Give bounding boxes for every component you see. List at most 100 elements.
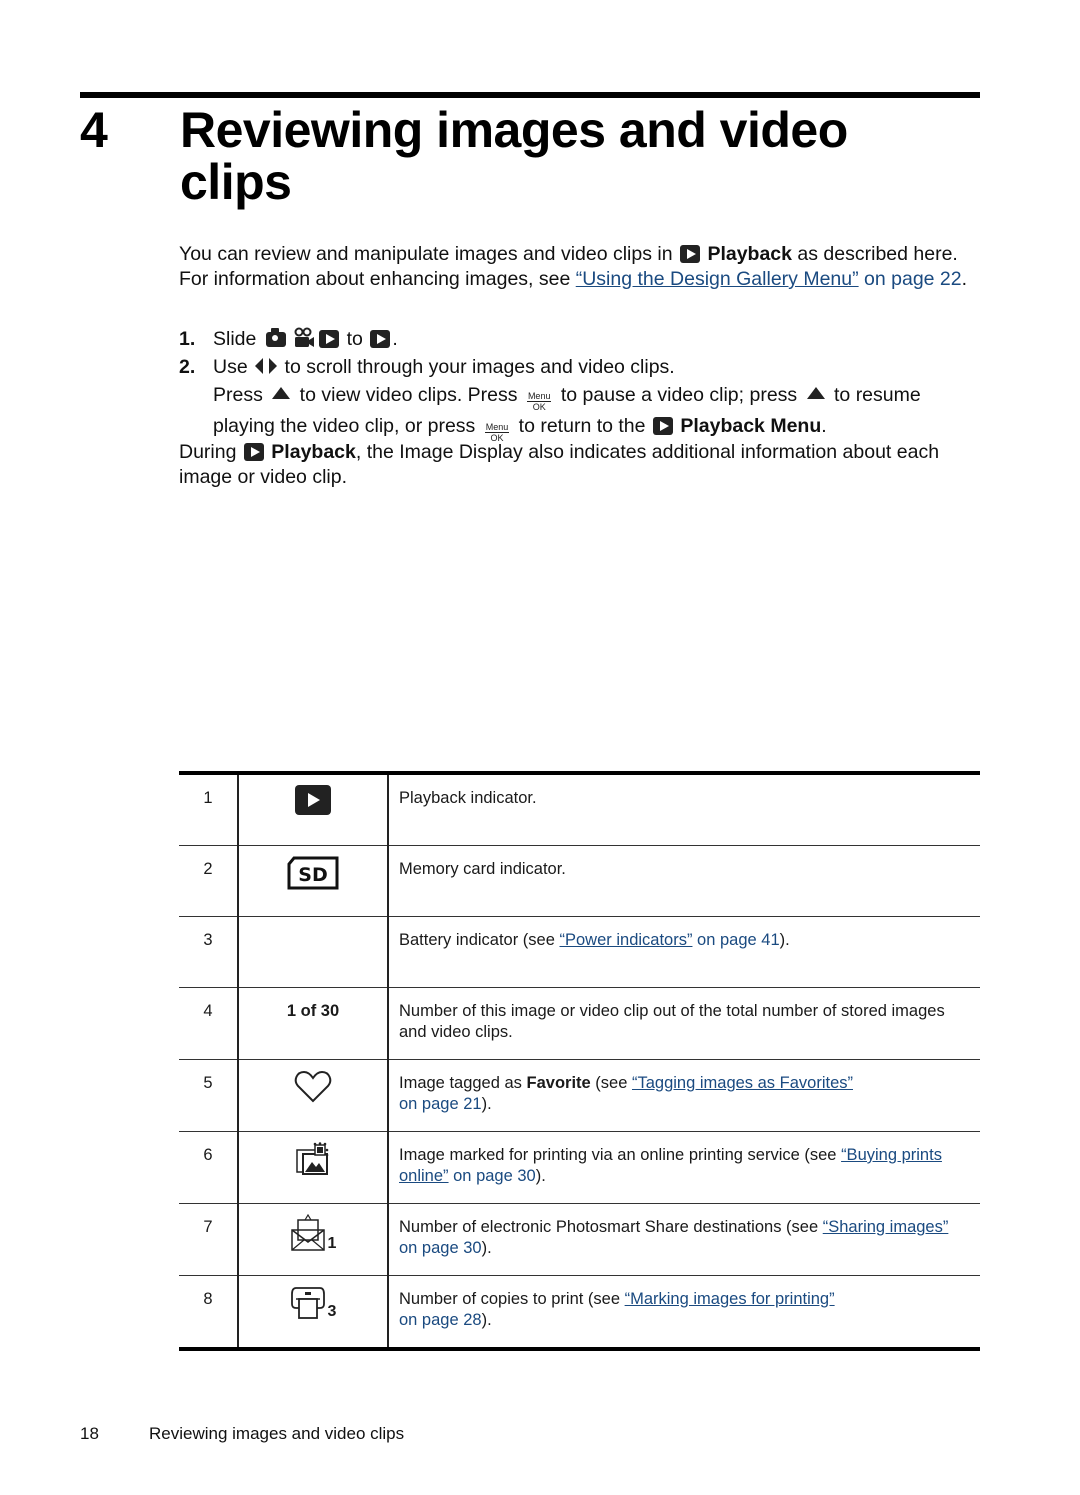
power-indicators-link[interactable]: “Power indicators” [560,931,693,949]
table-row: 5 Image tagged as Favorite (see “Tagging… [179,1059,980,1132]
desc-text: ). [481,1239,492,1257]
row-description: Number of copies to print (see “Marking … [388,1275,980,1349]
step-text: Slide [213,328,262,350]
share-envelope-icon [290,1214,325,1251]
playback-menu-label: Playback Menu [680,415,822,437]
desc-text: ). [481,1311,492,1329]
svg-text:SD: SD [298,864,327,886]
menu-ok-bottom: OK [532,402,546,412]
desc-text: Image marked for printing via an online … [399,1146,842,1164]
row-description: Memory card indicator. [388,845,980,917]
page-ref[interactable]: on page 21 [399,1095,482,1113]
table-row: 1 Playback indicator. [179,773,980,846]
video-icon [294,327,315,347]
table-row: 7 1 Number of electronic Photosmart Shar… [179,1203,980,1276]
row-description: Image marked for printing via an online … [388,1131,980,1204]
row-number: 5 [179,1059,238,1132]
page-number: 18 [80,1424,99,1443]
sharing-images-link[interactable]: “Sharing images” [823,1218,949,1236]
row-description: Image tagged as Favorite (see “Tagging i… [388,1059,980,1132]
playback-icon [652,417,673,435]
share-count: 1 [327,1235,337,1252]
step-text: . [392,328,398,350]
intro-paragraph: You can review and manipulate images and… [179,242,984,292]
row-icon-cell [237,773,389,846]
desc-text: Number of copies to print (see [399,1290,625,1308]
table-row: 4 1 of 30 Number of this image or video … [179,987,980,1060]
footer-title: Reviewing images and video clips [149,1424,405,1443]
left-right-arrows-icon [255,358,278,374]
step-text: to pause a video clip; press [555,384,803,406]
page-ref[interactable]: on page 41 [692,931,780,949]
print-count-indicator: 3 [290,1286,337,1320]
row-icon-cell [237,1059,389,1132]
indicator-table: 1 Playback indicator. 2 SD Memory card i… [179,771,980,1351]
table-row: 2 SD Memory card indicator. [179,845,980,917]
chapter-top-rule [80,92,980,98]
row-number: 7 [179,1203,238,1276]
row-description: Battery indicator (see “Power indicators… [388,916,980,988]
share-indicator: 1 [290,1214,337,1252]
step-text: Press [213,384,269,406]
row-icon-cell: 1 [237,1203,389,1276]
step-text: to scroll through your images and video … [279,356,675,378]
row-icon-cell: 1 of 30 [237,987,389,1060]
page-ref[interactable]: on page 28 [399,1311,482,1329]
sd-card-icon: SD [287,856,339,890]
intro-period: . [961,268,968,290]
step-number: 1. [179,328,196,350]
page-ref[interactable]: on page 30 [449,1167,536,1185]
row-number: 1 [203,789,213,807]
during-text: During [179,441,242,463]
table-row: 8 3 Number of copies to print (see “Mark… [179,1275,980,1349]
tagging-favorites-link[interactable]: “Tagging images as Favorites” [632,1074,853,1092]
favorite-label: Favorite [526,1074,591,1092]
row-icon-cell [237,1131,389,1204]
steps-list: 1. Slide to . 2. Use to scroll through y… [179,325,984,443]
during-paragraph: During Playback, the Image Display also … [179,440,984,490]
step-text: to resume [828,384,921,406]
playback-indicator-icon [295,785,331,815]
step-2: 2. Use to scroll through your images and… [179,353,984,443]
playback-label: Playback [271,441,356,463]
heart-icon [294,1070,332,1103]
step-2-line-2: Press to view video clips. Press Menu OK … [213,381,984,412]
step-2-line-3: playing the video clip, or press Menu OK … [213,412,984,443]
desc-text: ). [481,1095,492,1113]
playback-icon [370,330,391,348]
row-icon-cell [237,916,389,988]
printer-icon [290,1287,325,1319]
table-row: 3 Battery indicator (see “Power indicato… [179,916,980,988]
step-text: to [346,328,369,350]
playback-icon [319,330,340,348]
step-text: . [821,415,827,437]
marking-images-printing-link[interactable]: “Marking images for printing” [625,1290,835,1308]
row-number: 3 [179,916,238,988]
camera-icon [265,328,286,347]
step-1: 1. Slide to . [179,325,984,353]
design-gallery-page-ref[interactable]: on page 22 [859,268,962,290]
chapter-title: Reviewing images and video clips [180,102,848,210]
online-print-icon [296,1142,329,1175]
row-number: 8 [179,1275,238,1349]
menu-ok-top: Menu [526,391,552,402]
row-description: Number of this image or video clip out o… [388,987,980,1060]
step-text: to return to the [513,415,651,437]
image-count-label: 1 of 30 [286,1002,340,1020]
page-ref[interactable]: on page 30 [399,1239,482,1257]
print-count: 3 [327,1303,337,1320]
playback-icon [680,245,701,263]
row-description: Playback indicator. [399,789,537,807]
row-icon-cell: 3 [237,1275,389,1349]
step-text: to view video clips. Press [294,384,523,406]
step-number: 2. [179,356,196,378]
row-number: 6 [179,1131,238,1204]
up-arrow-icon [272,387,291,399]
menu-ok-icon: Menu OK [526,391,552,412]
row-number: 2 [179,845,238,917]
chapter-number: 4 [80,102,108,158]
desc-text: Number of electronic Photosmart Share de… [399,1218,823,1236]
desc-text: Battery indicator (see [399,931,560,949]
desc-text: ). [779,931,790,949]
design-gallery-menu-link[interactable]: “Using the Design Gallery Menu” [576,268,859,290]
